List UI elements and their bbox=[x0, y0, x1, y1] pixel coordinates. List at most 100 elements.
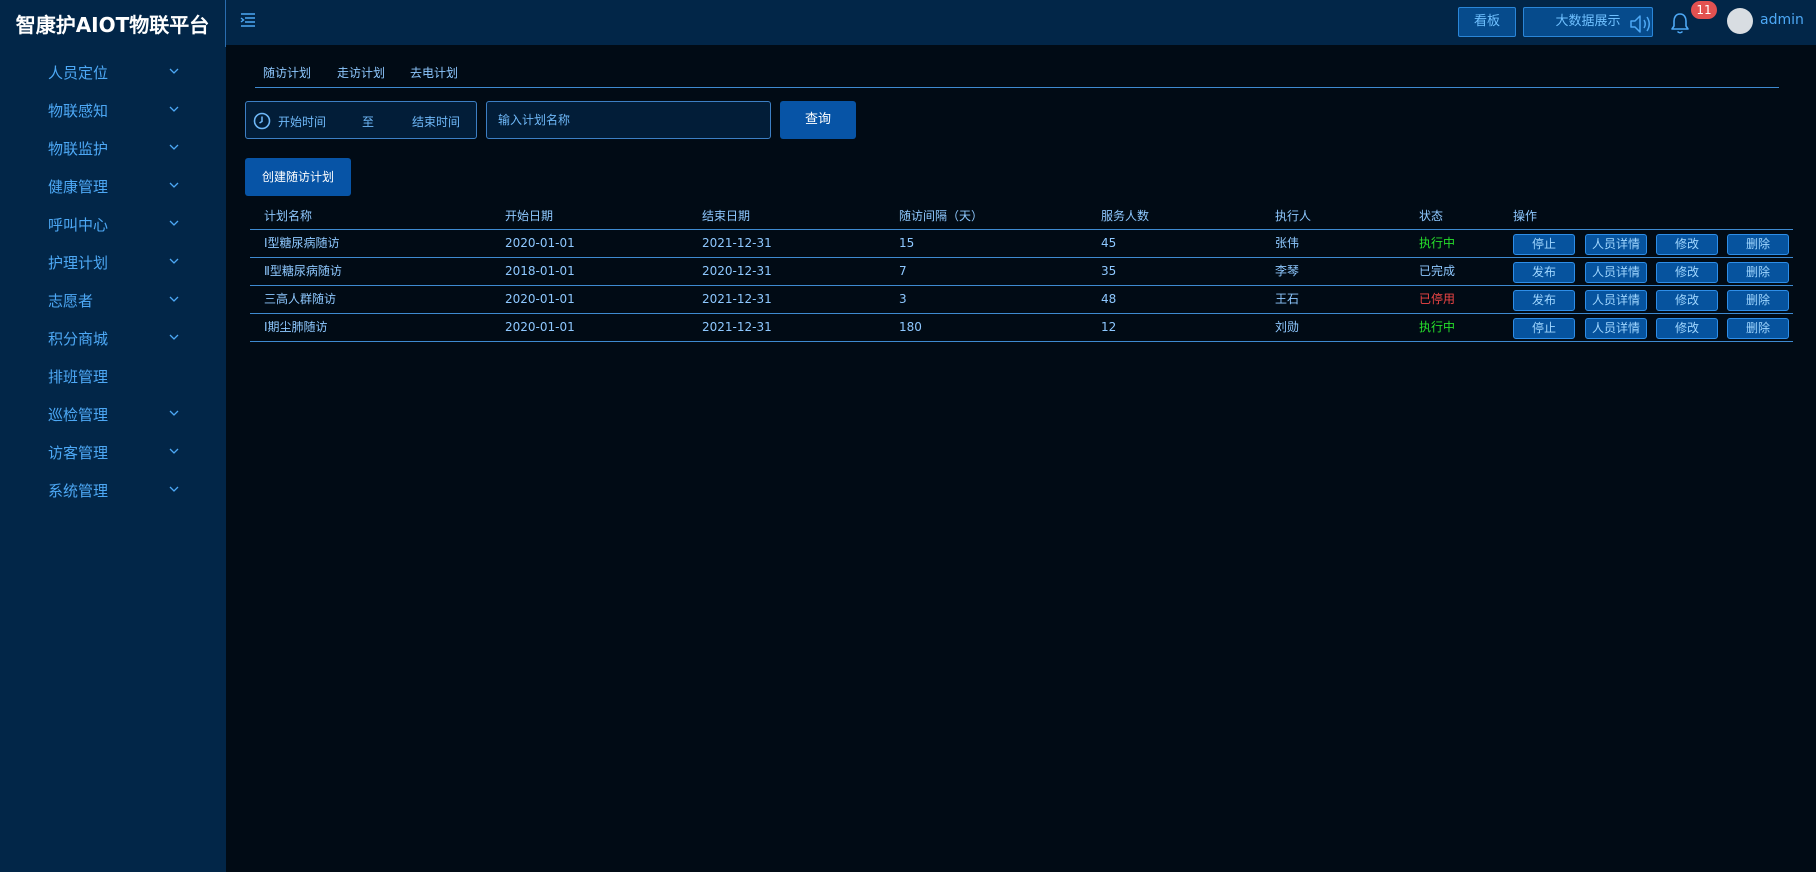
delete-button[interactable]: 删除 bbox=[1727, 234, 1789, 255]
followup-plan-table: 计划名称 开始日期 结束日期 随访间隔（天） 服务人数 执行人 状态 操作 Ⅰ型… bbox=[250, 205, 1793, 342]
personnel-details-button[interactable]: 人员详情 bbox=[1585, 290, 1647, 311]
sidebar-item-label: 积分商城 bbox=[48, 330, 109, 348]
sidebar-item-label: 呼叫中心 bbox=[48, 216, 109, 234]
date-range-picker[interactable]: 开始时间 至 结束时间 bbox=[245, 101, 477, 139]
sidebar-item-points-mall[interactable]: 积分商城 bbox=[0, 320, 226, 358]
start-date-cell: 2020-01-01 bbox=[505, 236, 575, 250]
status-badge: 已停用 bbox=[1419, 292, 1456, 306]
sidebar-item-label: 巡检管理 bbox=[48, 406, 109, 424]
column-header: 计划名称 bbox=[264, 209, 313, 223]
tab-followup-plan[interactable]: 随访计划 bbox=[263, 64, 311, 81]
stop-button[interactable]: 停止 bbox=[1513, 234, 1575, 255]
delete-button[interactable]: 删除 bbox=[1727, 318, 1789, 339]
executor-cell: 李琴 bbox=[1275, 264, 1300, 278]
start-date-cell: 2018-01-01 bbox=[505, 264, 575, 278]
delete-button[interactable]: 删除 bbox=[1727, 290, 1789, 311]
chevron-down-icon bbox=[169, 410, 179, 416]
column-header: 状态 bbox=[1419, 209, 1444, 223]
chevron-down-icon bbox=[169, 296, 179, 302]
sidebar-item-health[interactable]: 健康管理 bbox=[0, 168, 226, 206]
plan-name-cell: Ⅰ型糖尿病随访 bbox=[264, 236, 340, 250]
table-row: Ⅰ期尘肺随访 2020-01-01 2021-12-31 180 12 刘勋 执… bbox=[250, 314, 1793, 342]
edit-button[interactable]: 修改 bbox=[1656, 318, 1718, 339]
executor-cell: 刘勋 bbox=[1275, 320, 1300, 334]
chevron-down-icon bbox=[169, 182, 179, 188]
table-row: Ⅰ型糖尿病随访 2020-01-01 2021-12-31 15 45 张伟 执… bbox=[250, 230, 1793, 258]
avatar[interactable] bbox=[1727, 8, 1753, 34]
chevron-down-icon bbox=[169, 220, 179, 226]
menu-toggle-icon[interactable] bbox=[240, 11, 258, 29]
table-header: 计划名称 开始日期 结束日期 随访间隔（天） 服务人数 执行人 状态 操作 bbox=[250, 205, 1793, 230]
sidebar-item-label: 访客管理 bbox=[48, 444, 109, 462]
status-badge: 执行中 bbox=[1419, 236, 1456, 250]
kanban-button[interactable]: 看板 bbox=[1458, 7, 1516, 37]
sidebar-item-iot-sensing[interactable]: 物联感知 bbox=[0, 92, 226, 130]
service-count-cell: 48 bbox=[1101, 292, 1117, 306]
interval-cell: 15 bbox=[899, 236, 915, 250]
column-header: 服务人数 bbox=[1101, 209, 1150, 223]
sidebar-item-scheduling[interactable]: 排班管理 bbox=[0, 358, 226, 396]
edit-button[interactable]: 修改 bbox=[1656, 234, 1718, 255]
app-title: 智康护AIOT物联平台 bbox=[0, 0, 226, 47]
interval-cell: 7 bbox=[899, 264, 907, 278]
start-date-placeholder[interactable]: 开始时间 bbox=[278, 113, 326, 130]
end-date-cell: 2021-12-31 bbox=[702, 292, 772, 306]
sidebar-item-label: 志愿者 bbox=[48, 292, 94, 310]
service-count-cell: 12 bbox=[1101, 320, 1117, 334]
edit-button[interactable]: 修改 bbox=[1656, 262, 1718, 283]
sidebar-item-label: 物联监护 bbox=[48, 140, 109, 158]
executor-cell: 王石 bbox=[1275, 292, 1300, 306]
bell-icon[interactable] bbox=[1669, 11, 1691, 35]
stop-button[interactable]: 停止 bbox=[1513, 318, 1575, 339]
chevron-down-icon bbox=[169, 258, 179, 264]
personnel-details-button[interactable]: 人员详情 bbox=[1585, 262, 1647, 283]
delete-button[interactable]: 删除 bbox=[1727, 262, 1789, 283]
username-label[interactable]: admin bbox=[1760, 12, 1804, 28]
sidebar-item-label: 健康管理 bbox=[48, 178, 109, 196]
sidebar-item-label: 物联感知 bbox=[48, 102, 109, 120]
chevron-down-icon bbox=[169, 448, 179, 454]
sidebar-item-volunteers[interactable]: 志愿者 bbox=[0, 282, 226, 320]
start-date-cell: 2020-01-01 bbox=[505, 292, 575, 306]
speaker-icon[interactable] bbox=[1629, 13, 1653, 35]
edit-button[interactable]: 修改 bbox=[1656, 290, 1718, 311]
executor-cell: 张伟 bbox=[1275, 236, 1300, 250]
sidebar-item-care-plan[interactable]: 护理计划 bbox=[0, 244, 226, 282]
sidebar-item-system[interactable]: 系统管理 bbox=[0, 472, 226, 510]
chevron-down-icon bbox=[169, 334, 179, 340]
create-followup-plan-button[interactable]: 创建随访计划 bbox=[245, 158, 351, 196]
sidebar-item-label: 护理计划 bbox=[48, 254, 109, 272]
column-header: 操作 bbox=[1513, 209, 1538, 223]
plan-name-cell: 三高人群随访 bbox=[264, 292, 337, 306]
sidebar-item-label: 人员定位 bbox=[48, 64, 109, 82]
publish-button[interactable]: 发布 bbox=[1513, 290, 1575, 311]
publish-button[interactable]: 发布 bbox=[1513, 262, 1575, 283]
personnel-details-button[interactable]: 人员详情 bbox=[1585, 318, 1647, 339]
service-count-cell: 45 bbox=[1101, 236, 1117, 250]
main-content: 随访计划 走访计划 去电计划 开始时间 至 结束时间 查询 创建随访计划 计划名… bbox=[226, 45, 1816, 872]
plan-name-cell: Ⅰ期尘肺随访 bbox=[264, 320, 328, 334]
top-bar: 看板 大数据展示 11 admin bbox=[226, 0, 1816, 45]
sidebar-item-inspection[interactable]: 巡检管理 bbox=[0, 396, 226, 434]
plan-name-search-input[interactable] bbox=[486, 101, 771, 139]
interval-cell: 3 bbox=[899, 292, 907, 306]
personnel-details-button[interactable]: 人员详情 bbox=[1585, 234, 1647, 255]
table-row: 三高人群随访 2020-01-01 2021-12-31 3 48 王石 已停用… bbox=[250, 286, 1793, 314]
status-badge: 执行中 bbox=[1419, 320, 1456, 334]
status-badge: 已完成 bbox=[1419, 264, 1456, 278]
tab-call-plan[interactable]: 去电计划 bbox=[410, 64, 458, 81]
service-count-cell: 35 bbox=[1101, 264, 1117, 278]
sidebar-item-personnel-location[interactable]: 人员定位 bbox=[0, 54, 226, 92]
tab-visit-plan[interactable]: 走访计划 bbox=[337, 64, 385, 81]
column-header: 结束日期 bbox=[702, 209, 751, 223]
query-button[interactable]: 查询 bbox=[780, 101, 856, 139]
column-header: 开始日期 bbox=[505, 209, 554, 223]
table-row: Ⅱ型糖尿病随访 2018-01-01 2020-12-31 7 35 李琴 已完… bbox=[250, 258, 1793, 286]
sidebar-item-label: 排班管理 bbox=[48, 368, 109, 386]
sidebar-item-iot-monitoring[interactable]: 物联监护 bbox=[0, 130, 226, 168]
sidebar-item-visitors[interactable]: 访客管理 bbox=[0, 434, 226, 472]
sidebar-item-call-center[interactable]: 呼叫中心 bbox=[0, 206, 226, 244]
end-date-placeholder[interactable]: 结束时间 bbox=[412, 113, 460, 130]
column-header: 随访间隔（天） bbox=[899, 209, 984, 223]
chevron-down-icon bbox=[169, 144, 179, 150]
